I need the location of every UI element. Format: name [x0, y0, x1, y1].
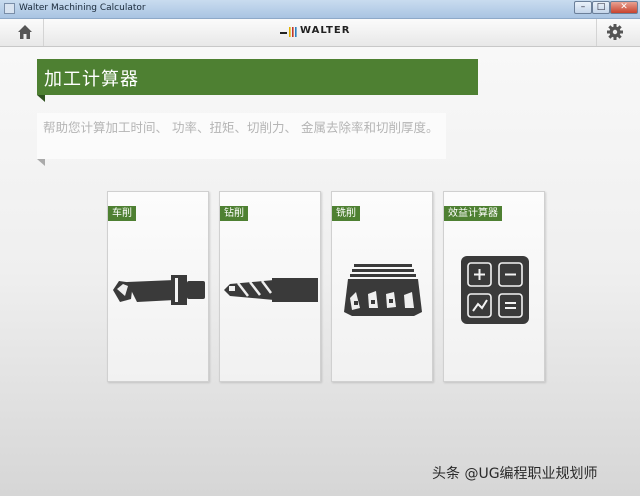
description-box: 帮助您计算加工时间、 功率、扭矩、切削力、 金属去除率和切削厚度。 — [37, 113, 446, 159]
logo-bars-icon — [280, 27, 297, 37]
description-fold — [37, 159, 45, 166]
walter-logo: WALTER — [280, 25, 356, 39]
maximize-button[interactable]: □ — [592, 1, 610, 14]
card-label: 效益计算器 — [444, 206, 502, 221]
drill-icon — [224, 278, 318, 302]
card-profit-calculator[interactable]: 效益计算器 — [443, 191, 545, 382]
turning-tool-icon — [113, 275, 205, 305]
banner-fold — [37, 95, 45, 102]
calculator-icon — [461, 256, 529, 324]
home-button[interactable] — [7, 19, 44, 46]
gear-icon — [607, 24, 623, 40]
card-drilling[interactable]: 钻削 — [219, 191, 321, 382]
settings-button[interactable] — [596, 19, 633, 46]
milling-cutter-icon — [344, 264, 422, 316]
app-icon — [4, 3, 15, 14]
card-label: 钻削 — [220, 206, 248, 221]
watermark-text: 头条 @UG编程职业规划师 — [432, 466, 598, 482]
page-title-banner: 加工计算器 — [37, 59, 478, 95]
card-turning[interactable]: 车削 — [107, 191, 209, 382]
close-button[interactable]: ✕ — [610, 1, 638, 14]
page-title: 加工计算器 — [44, 69, 139, 90]
card-label: 铣削 — [332, 206, 360, 221]
window-title-bar: Walter Machining Calculator – □ ✕ — [0, 0, 640, 19]
description-text: 帮助您计算加工时间、 功率、扭矩、切削力、 金属去除率和切削厚度。 — [43, 120, 439, 135]
minimize-button[interactable]: – — [574, 1, 592, 14]
window-title: Walter Machining Calculator — [19, 3, 146, 13]
card-label: 车削 — [108, 206, 136, 221]
logo-text: WALTER — [300, 25, 351, 36]
home-icon — [18, 25, 32, 39]
card-milling[interactable]: 铣削 — [331, 191, 433, 382]
